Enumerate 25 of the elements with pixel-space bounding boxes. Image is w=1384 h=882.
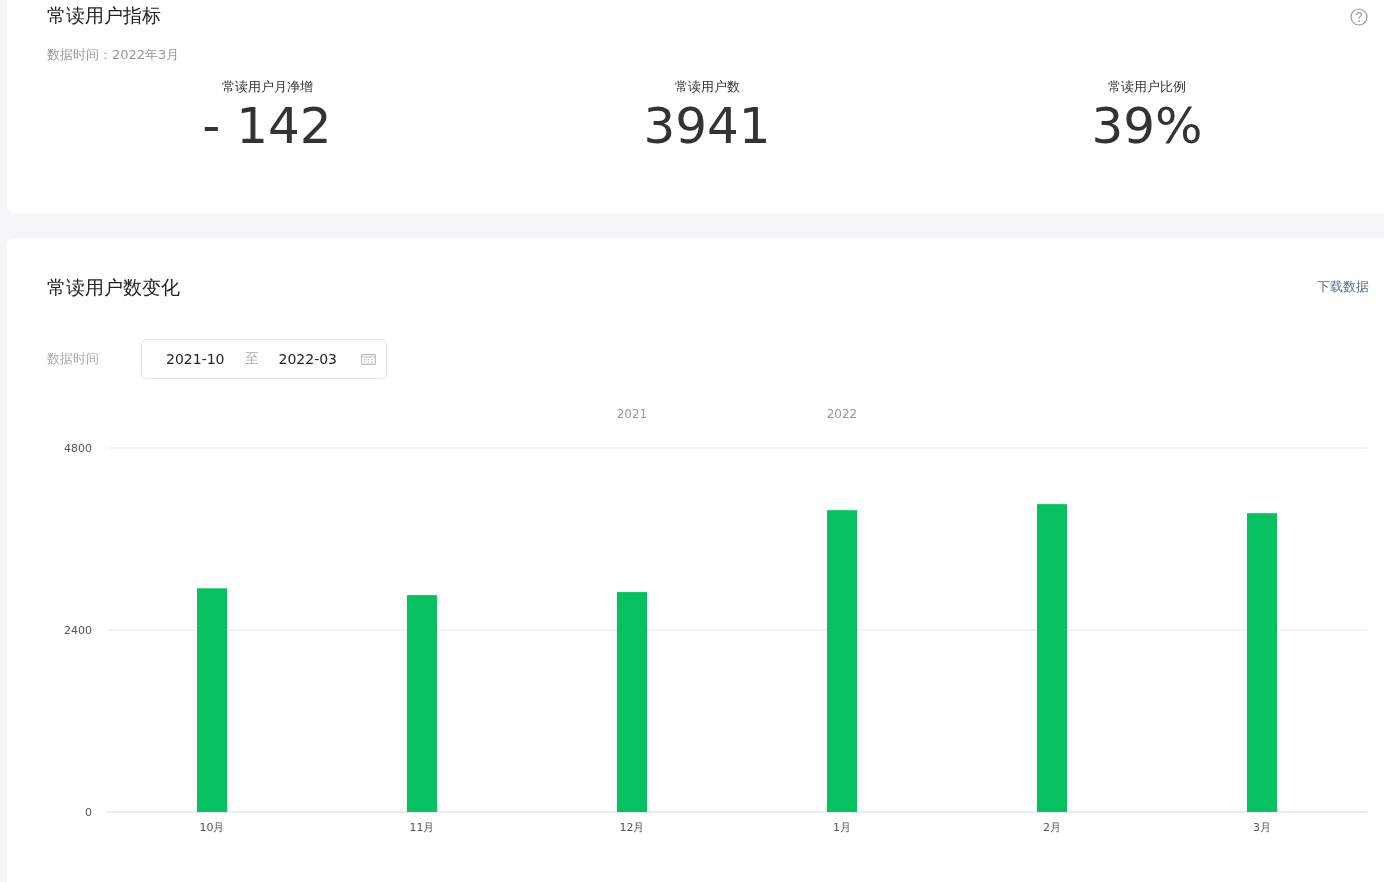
section-title: 常读用户指标 [47,3,161,28]
year-label: 2022 [826,407,858,421]
x-axis-label: 2月 [1043,821,1061,834]
calendar-icon [361,353,376,365]
filter-label: 数据时间 [47,350,100,368]
section-title: 常读用户数变化 [47,275,180,300]
y-axis-label: 2400 [64,624,92,637]
y-axis-label: 4800 [64,442,92,455]
x-axis-label: 3月 [1253,821,1271,834]
x-axis-label: 10月 [199,821,225,834]
metric-value: 3941 [643,98,771,154]
metric-label: 常读用户月净增 [221,78,313,96]
metric-value: - 142 [202,98,332,154]
metric-value: 39% [1091,98,1203,154]
x-axis-label: 11月 [409,821,435,834]
download-link[interactable]: 下载数据 [1317,278,1369,296]
y-axis-label: 0 [85,806,92,819]
data-time-text: 数据时间：2022年3月 [47,46,181,64]
help-icon[interactable] [1350,7,1368,26]
year-label: 2021 [616,407,648,421]
x-axis-label: 12月 [619,821,645,834]
metric-label: 常读用户数 [674,78,740,96]
metric-label: 常读用户比例 [1108,78,1186,96]
x-axis-label: 1月 [833,821,851,834]
date-range-field[interactable]: 2021-10 至 2022-03 [141,339,387,379]
